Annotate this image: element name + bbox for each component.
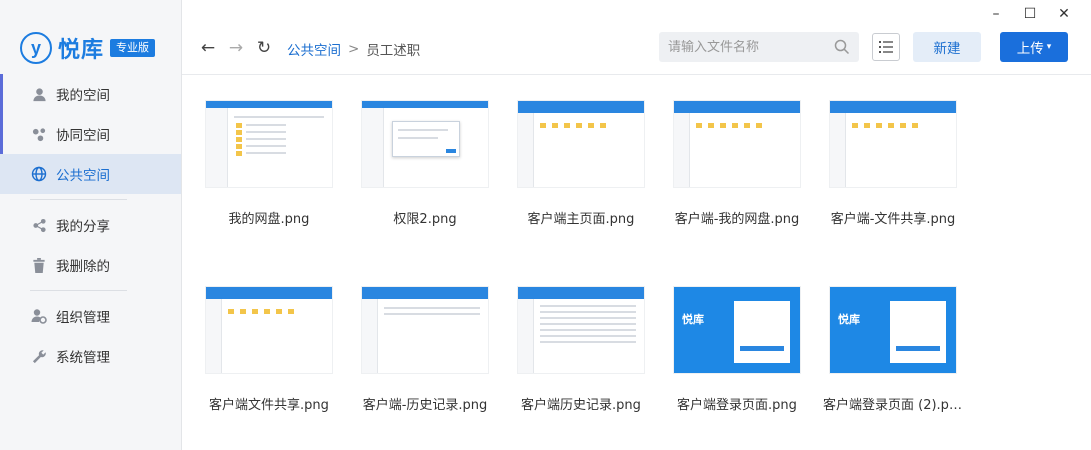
file-thumbnail — [361, 100, 489, 188]
sidebar-item-label: 协同空间 — [56, 128, 110, 144]
search-icon[interactable] — [834, 39, 850, 55]
file-card[interactable]: 客户端主页面.png — [511, 100, 651, 227]
minimize-button[interactable]: – — [979, 4, 1013, 24]
file-name: 客户端主页面.png — [527, 212, 635, 227]
file-thumbnail: 悦库 — [673, 286, 801, 374]
sidebar-item-collab-space[interactable]: 协同空间 — [0, 114, 181, 154]
file-card[interactable]: 我的网盘.png — [199, 100, 339, 227]
sidebar-item-label: 我的分享 — [56, 219, 110, 235]
file-name: 客户端历史记录.png — [521, 398, 641, 413]
sidebar-item-my-shares[interactable]: 我的分享 — [0, 205, 181, 245]
file-thumbnail — [517, 286, 645, 374]
sidebar-item-label: 公共空间 — [56, 168, 110, 184]
new-button-label: 新建 — [933, 41, 961, 57]
app-window: y 悦库 专业版 我的空间 协同空间 公共空间 我的分享 我删除的 组织管理 系… — [0, 0, 1091, 450]
file-card[interactable]: 悦库 客户端登录页面.png — [667, 286, 807, 413]
sidebar-item-public-space[interactable]: 公共空间 — [0, 154, 181, 194]
file-thumbnail: 悦库 — [829, 286, 957, 374]
close-button[interactable]: ✕ — [1047, 4, 1081, 24]
chevron-down-icon: ▾ — [1046, 42, 1052, 52]
wrench-icon — [31, 348, 47, 364]
user-icon — [31, 86, 47, 102]
upload-button-label: 上传 — [1016, 41, 1044, 57]
forward-arrow-icon[interactable]: → — [222, 38, 250, 58]
file-card[interactable]: 客户端-我的网盘.png — [667, 100, 807, 227]
login-thumb-logo: 悦库 — [682, 313, 704, 326]
sidebar-item-label: 我的空间 — [56, 88, 110, 104]
file-thumbnail — [205, 100, 333, 188]
file-thumbnail — [361, 286, 489, 374]
file-card[interactable]: 权限2.png — [355, 100, 495, 227]
trash-icon — [31, 257, 47, 273]
file-thumbnail — [205, 286, 333, 374]
file-name: 客户端-文件共享.png — [830, 212, 956, 227]
logo-icon: y — [20, 32, 52, 64]
sidebar-item-label: 组织管理 — [56, 310, 110, 326]
file-name: 客户端-我的网盘.png — [674, 212, 800, 227]
file-card[interactable]: 客户端文件共享.png — [199, 286, 339, 413]
window-controls: – ☐ ✕ — [979, 4, 1081, 24]
file-card[interactable]: 客户端-历史记录.png — [355, 286, 495, 413]
file-thumbnail — [829, 100, 957, 188]
file-thumbnail — [673, 100, 801, 188]
sidebar-item-deleted[interactable]: 我删除的 — [0, 245, 181, 285]
breadcrumb-current: 员工述职 — [366, 43, 421, 59]
sidebar: y 悦库 专业版 我的空间 协同空间 公共空间 我的分享 我删除的 组织管理 系… — [0, 0, 182, 450]
upload-button[interactable]: 上传 ▾ — [1000, 32, 1068, 62]
back-arrow-icon[interactable]: ← — [194, 38, 222, 58]
file-name: 客户端文件共享.png — [209, 398, 329, 413]
search-input[interactable] — [668, 39, 828, 55]
file-grid: 我的网盘.png 权限2.png 客户端主页面.png 客户端-我的网盘.png… — [182, 76, 1091, 450]
org-settings-icon — [31, 308, 47, 324]
file-card[interactable]: 客户端-文件共享.png — [823, 100, 963, 227]
breadcrumb-separator: > — [348, 41, 360, 57]
search-box — [659, 32, 859, 62]
file-name: 权限2.png — [393, 212, 457, 227]
app-name: 悦库 — [58, 38, 105, 63]
file-thumbnail — [517, 100, 645, 188]
breadcrumb: 公共空间 > 员工述职 — [287, 39, 420, 59]
file-card[interactable]: 悦库 客户端登录页面 (2).png — [823, 286, 963, 413]
file-name: 我的网盘.png — [228, 212, 310, 227]
breadcrumb-root[interactable]: 公共空间 — [287, 39, 341, 59]
file-card[interactable]: 客户端历史记录.png — [511, 286, 651, 413]
file-name: 客户端-历史记录.png — [362, 398, 488, 413]
sidebar-item-label: 系统管理 — [56, 350, 110, 366]
history-nav: ← → ↻ — [194, 38, 278, 58]
file-name: 客户端登录页面.png — [677, 398, 797, 413]
login-thumb-logo: 悦库 — [838, 313, 860, 326]
sidebar-item-org-management[interactable]: 组织管理 — [0, 296, 181, 336]
sidebar-item-label: 我删除的 — [56, 259, 110, 275]
app-logo: y 悦库 专业版 — [20, 30, 156, 66]
file-name: 客户端登录页面 (2).png — [823, 398, 963, 413]
sidebar-nav: 我的空间 协同空间 公共空间 我的分享 我删除的 组织管理 系统管理 — [0, 74, 181, 376]
edition-badge: 专业版 — [110, 39, 156, 57]
sidebar-item-my-space[interactable]: 我的空间 — [0, 74, 181, 114]
sidebar-item-system-management[interactable]: 系统管理 — [0, 336, 181, 376]
globe-icon — [31, 166, 47, 182]
sidebar-divider — [30, 290, 127, 291]
share-icon — [31, 217, 47, 233]
list-icon — [879, 41, 893, 53]
refresh-icon[interactable]: ↻ — [250, 38, 278, 58]
new-button[interactable]: 新建 — [913, 32, 981, 62]
toolbar: – ☐ ✕ ← → ↻ 公共空间 > 员工述职 新建 上传 ▾ — [182, 0, 1091, 75]
list-view-toggle[interactable] — [872, 33, 900, 61]
sidebar-divider — [30, 199, 127, 200]
maximize-button[interactable]: ☐ — [1013, 4, 1047, 24]
share-nodes-icon — [31, 126, 47, 142]
